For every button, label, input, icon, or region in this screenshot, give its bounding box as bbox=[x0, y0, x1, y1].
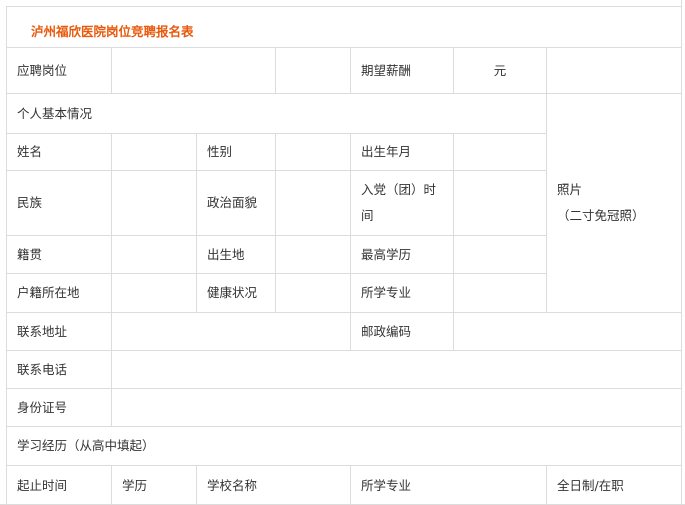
postcode-value[interactable] bbox=[453, 312, 682, 350]
name-label: 姓名 bbox=[6, 133, 111, 170]
phone-label: 联系电话 bbox=[6, 350, 111, 388]
id-value[interactable] bbox=[111, 388, 682, 426]
health-label: 健康状况 bbox=[196, 273, 275, 312]
party-label-line1: 入党（团）时 bbox=[361, 182, 437, 197]
household-label: 户籍所在地 bbox=[6, 273, 111, 312]
position-label: 应聘岗位 bbox=[6, 47, 111, 93]
form-title: 泸州福欣医院岗位竞聘报名表 bbox=[6, 6, 682, 47]
study-header-degree: 学历 bbox=[111, 465, 196, 505]
gender-label: 性别 bbox=[196, 133, 275, 170]
political-label: 政治面貌 bbox=[196, 170, 275, 235]
party-label-line2: 间 bbox=[361, 208, 374, 223]
political-value[interactable] bbox=[275, 170, 350, 235]
major-value[interactable] bbox=[453, 273, 546, 312]
table-right-border bbox=[681, 0, 682, 505]
name-value[interactable] bbox=[111, 133, 196, 170]
photo-note: （二寸免冠照） bbox=[557, 208, 645, 223]
salary-label: 期望薪酬 bbox=[350, 47, 453, 93]
postcode-label: 邮政编码 bbox=[350, 312, 453, 350]
birthplace-value[interactable] bbox=[275, 235, 350, 273]
address-value[interactable] bbox=[111, 312, 350, 350]
salary-unit: 元 bbox=[453, 47, 546, 93]
section-study: 学习经历（从高中填起） bbox=[6, 426, 682, 465]
application-form: 泸州福欣医院岗位竞聘报名表 应聘岗位 期望薪酬 元 个人基本情况 照片 （二寸免… bbox=[0, 0, 685, 505]
gender-value[interactable] bbox=[275, 133, 350, 170]
study-header-school: 学校名称 bbox=[196, 465, 350, 505]
address-label: 联系地址 bbox=[6, 312, 111, 350]
education-label: 最高学历 bbox=[350, 235, 453, 273]
ethnicity-label: 民族 bbox=[6, 170, 111, 235]
party-value[interactable] bbox=[453, 170, 546, 235]
health-value[interactable] bbox=[275, 273, 350, 312]
education-value[interactable] bbox=[453, 235, 546, 273]
study-header-major: 所学专业 bbox=[350, 465, 546, 505]
photo-cell[interactable]: 照片 （二寸免冠照） bbox=[546, 93, 682, 312]
position-extra[interactable] bbox=[275, 47, 350, 93]
id-label: 身份证号 bbox=[6, 388, 111, 426]
photo-label: 照片 bbox=[557, 182, 583, 197]
study-header-period: 起止时间 bbox=[6, 465, 111, 505]
section-personal: 个人基本情况 bbox=[6, 93, 546, 133]
household-value[interactable] bbox=[111, 273, 196, 312]
birth-label: 出生年月 bbox=[350, 133, 453, 170]
salary-extra[interactable] bbox=[546, 47, 682, 93]
major-label: 所学专业 bbox=[350, 273, 453, 312]
native-label: 籍贯 bbox=[6, 235, 111, 273]
birthplace-label: 出生地 bbox=[196, 235, 275, 273]
phone-value[interactable] bbox=[111, 350, 682, 388]
birth-value[interactable] bbox=[453, 133, 546, 170]
position-value[interactable] bbox=[111, 47, 275, 93]
ethnicity-value[interactable] bbox=[111, 170, 196, 235]
study-header-mode: 全日制/在职 bbox=[546, 465, 682, 505]
party-label: 入党（团）时 间 bbox=[350, 170, 453, 235]
native-value[interactable] bbox=[111, 235, 196, 273]
